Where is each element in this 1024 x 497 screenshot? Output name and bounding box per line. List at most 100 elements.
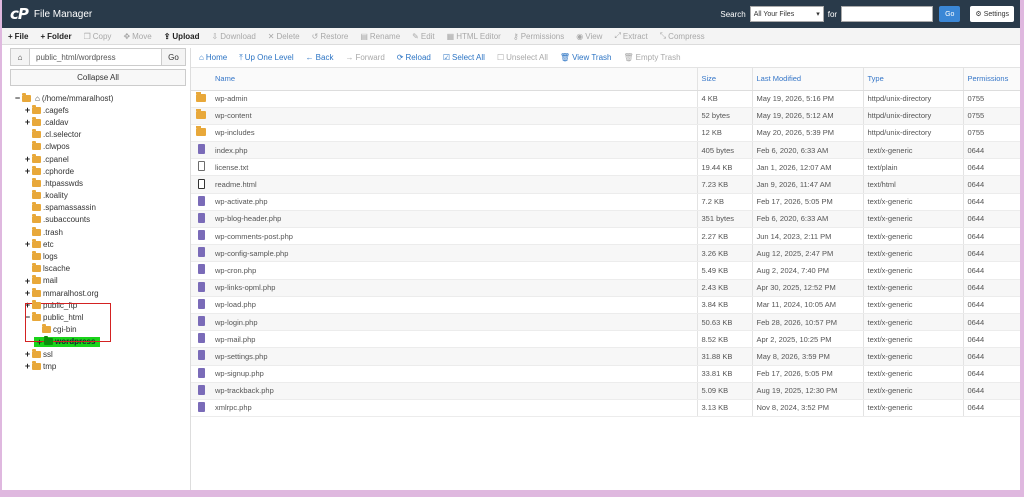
nav-unselect-all-button[interactable]: ☐ Unselect All (497, 53, 548, 62)
expand-icon[interactable]: + (24, 106, 31, 115)
tree-item-trash[interactable]: .trash (10, 226, 186, 238)
tree-item-cpanel[interactable]: + .cpanel (10, 153, 186, 165)
expand-icon[interactable]: + (24, 155, 31, 164)
tree-item-logs[interactable]: logs (10, 250, 186, 262)
expand-icon[interactable]: + (24, 167, 31, 176)
table-row[interactable]: readme.html 7.23 KB Jan 9, 2026, 11:47 AM t… (191, 175, 1020, 194)
toolbar-view-button[interactable]: ◉ View (576, 32, 602, 41)
toolbar-delete-button[interactable]: ✕ Delete (268, 32, 300, 41)
toolbar-download-button[interactable]: ⇩ Download (212, 32, 256, 41)
tree-item-cl-selector[interactable]: .cl.selector (10, 129, 186, 141)
search-go-button[interactable]: Go (939, 6, 961, 22)
nav-up-one-level-button[interactable]: ⤒ Up One Level (239, 53, 293, 63)
column-header-size[interactable]: Size (696, 68, 752, 91)
expand-icon[interactable]: + (24, 118, 31, 127)
tree-item-mail[interactable]: + mail (10, 275, 186, 287)
table-row[interactable]: wp-comments-post.php 2.27 KB Jun 14, 2023,… (191, 227, 1020, 246)
toolbar-upload-button[interactable]: ⇪ Upload (164, 32, 200, 41)
file-type: text/x-generic (862, 141, 963, 160)
toolbar-folder-button[interactable]: + Folder (40, 32, 71, 41)
nav-select-all-button[interactable]: ☑ Select All (443, 53, 485, 62)
tree-item-label: .spamassassin (43, 203, 96, 213)
search-label: Search (720, 9, 746, 19)
nav-forward-button[interactable]: → Forward (345, 53, 384, 62)
nav-empty-trash-button[interactable]: 🗑 Empty Trash (624, 53, 681, 62)
nav-reload-button[interactable]: ⟳ Reload (397, 53, 431, 62)
unselect-all-icon: ☐ (496, 53, 505, 62)
home-icon[interactable]: ⌂ (10, 48, 30, 66)
tree-item-tmp[interactable]: + tmp (10, 360, 186, 372)
tree-item-lscache[interactable]: lscache (10, 263, 186, 275)
toolbar-move-button[interactable]: ✥ Move (123, 32, 151, 41)
collapse-all-button[interactable]: Collapse All (10, 69, 186, 86)
column-header-last-modified[interactable]: Last Modified (751, 68, 863, 91)
expand-icon[interactable]: + (24, 289, 31, 298)
table-row[interactable]: wp-login.php 50.63 KB Feb 28, 2026, 10:57 … (191, 313, 1020, 332)
folder-icon (44, 336, 53, 346)
nav-home-button[interactable]: ⌂ Home (199, 53, 227, 62)
expand-icon[interactable]: + (24, 240, 31, 249)
table-row[interactable]: wp-admin 4 KB May 19, 2026, 5:16 PM httpd/u… (191, 90, 1020, 108)
toolbar-rename-button[interactable]: ▤ Rename (360, 32, 400, 41)
toolbar-extract-button[interactable]: ⤢ Extract (614, 31, 647, 41)
file-permissions: 0644 (962, 175, 1020, 194)
table-row[interactable]: wp-mail.php 8.52 KB Apr 2, 2025, 10:25 PM t… (191, 330, 1020, 349)
tree-item-subaccounts[interactable]: .subaccounts (10, 214, 186, 226)
table-row[interactable]: wp-content 52 bytes May 19, 2026, 5:12 AM h… (191, 107, 1020, 125)
table-row[interactable]: wp-trackback.php 5.09 KB Aug 19, 2025, 12:… (191, 382, 1020, 400)
tree-item-cagefs[interactable]: + .cagefs (10, 104, 186, 116)
toolbar-file-button[interactable]: + File (8, 32, 28, 41)
table-row[interactable]: wp-cron.php 5.49 KB Aug 2, 2024, 7:40 PM te… (191, 261, 1020, 280)
table-row[interactable]: wp-activate.php 7.2 KB Feb 17, 2026, 5:05 … (191, 193, 1020, 211)
toolbar-edit-button[interactable]: ✎ Edit (412, 32, 435, 41)
search-scope-select[interactable]: All Your Files ▾ (749, 6, 824, 22)
extract-icon: ⤢ (614, 31, 621, 40)
cpanel-logo-icon: cP (10, 5, 29, 23)
path-input[interactable]: public_html/wordpress (30, 48, 162, 66)
file-name: wp-load.php (211, 296, 697, 314)
expand-icon[interactable]: + (24, 276, 31, 285)
search-input[interactable] (841, 6, 934, 22)
file-icon-cell (191, 296, 211, 314)
nav-button-label: Reload (405, 53, 431, 62)
nav-back-button[interactable]: ← Back (306, 53, 334, 62)
tree-item-koality[interactable]: .koality (10, 190, 186, 202)
directory-tree: − ⌂ (/home/mmaralhost) + .cagefs + .caldav .cl.… (10, 92, 186, 372)
toolbar-compress-button[interactable]: ⤡ Compress (660, 31, 705, 41)
tree-item-etc[interactable]: + etc (10, 238, 186, 250)
tree-item-ssl[interactable]: + ssl (10, 348, 186, 360)
table-row[interactable]: wp-links-opml.php 2.43 KB Apr 30, 2025, 12… (191, 279, 1020, 297)
table-row[interactable]: wp-blog-header.php 351 bytes Feb 6, 2020, … (191, 210, 1020, 229)
file-list-pane: ⌂ Home ⤒ Up One Level ← Back → Forward ⟳ Reload ☑ S… (190, 48, 1020, 490)
file-size: 351 bytes (696, 210, 752, 229)
file-size: 12 KB (696, 124, 752, 143)
tree-item-spamassassin[interactable]: .spamassassin (10, 202, 186, 214)
table-row[interactable]: wp-settings.php 31.88 KB May 8, 2026, 3:59… (191, 347, 1020, 366)
tree-item-caldav[interactable]: + .caldav (10, 116, 186, 128)
settings-button[interactable]: ⚙ Settings (970, 6, 1014, 22)
toolbar-restore-button[interactable]: ↺ Restore (312, 32, 349, 41)
tree-item-cphorde[interactable]: + .cphorde (10, 165, 186, 177)
table-row[interactable]: xmlrpc.php 3.13 KB Nov 8, 2024, 3:52 PM tex… (191, 399, 1020, 418)
nav-view-trash-button[interactable]: 🗑 View Trash (560, 53, 612, 62)
path-go-button[interactable]: Go (162, 48, 186, 66)
expand-icon[interactable]: + (24, 350, 31, 359)
tree-item-home-mmaralhost[interactable]: − ⌂ (/home/mmaralhost) (10, 92, 186, 104)
tree-item-mmaralhost-org[interactable]: + mmaralhost.org (10, 287, 186, 299)
toolbar-permissions-button[interactable]: ⚷ Permissions (513, 32, 564, 41)
table-row[interactable]: license.txt 19.44 KB Jan 1, 2026, 12:07 AM… (191, 158, 1020, 177)
table-row[interactable]: index.php 405 bytes Feb 6, 2020, 6:33 AM te… (191, 141, 1020, 160)
expand-icon[interactable]: + (24, 362, 31, 371)
toolbar-html-editor-button[interactable]: ▦ HTML Editor (447, 32, 501, 41)
table-row[interactable]: wp-load.php 3.84 KB Mar 11, 2024, 10:05 AM… (191, 296, 1020, 314)
table-row[interactable]: wp-config-sample.php 3.26 KB Aug 12, 2025,… (191, 244, 1020, 263)
tree-item-htpasswds[interactable]: .htpasswds (10, 177, 186, 189)
table-row[interactable]: wp-signup.php 33.81 KB Feb 17, 2026, 5:05 … (191, 365, 1020, 383)
table-row[interactable]: wp-includes 12 KB May 20, 2026, 5:39 PM htt… (191, 124, 1020, 143)
toolbar-copy-button[interactable]: ❐ Copy (84, 32, 112, 41)
column-header-type[interactable]: Type (862, 68, 963, 91)
collapse-icon[interactable]: − (14, 94, 21, 103)
column-header-permissions[interactable]: Permissions (962, 68, 1020, 91)
column-header-name[interactable]: Name (211, 68, 697, 91)
tree-item-clwpos[interactable]: .clwpos (10, 141, 186, 153)
